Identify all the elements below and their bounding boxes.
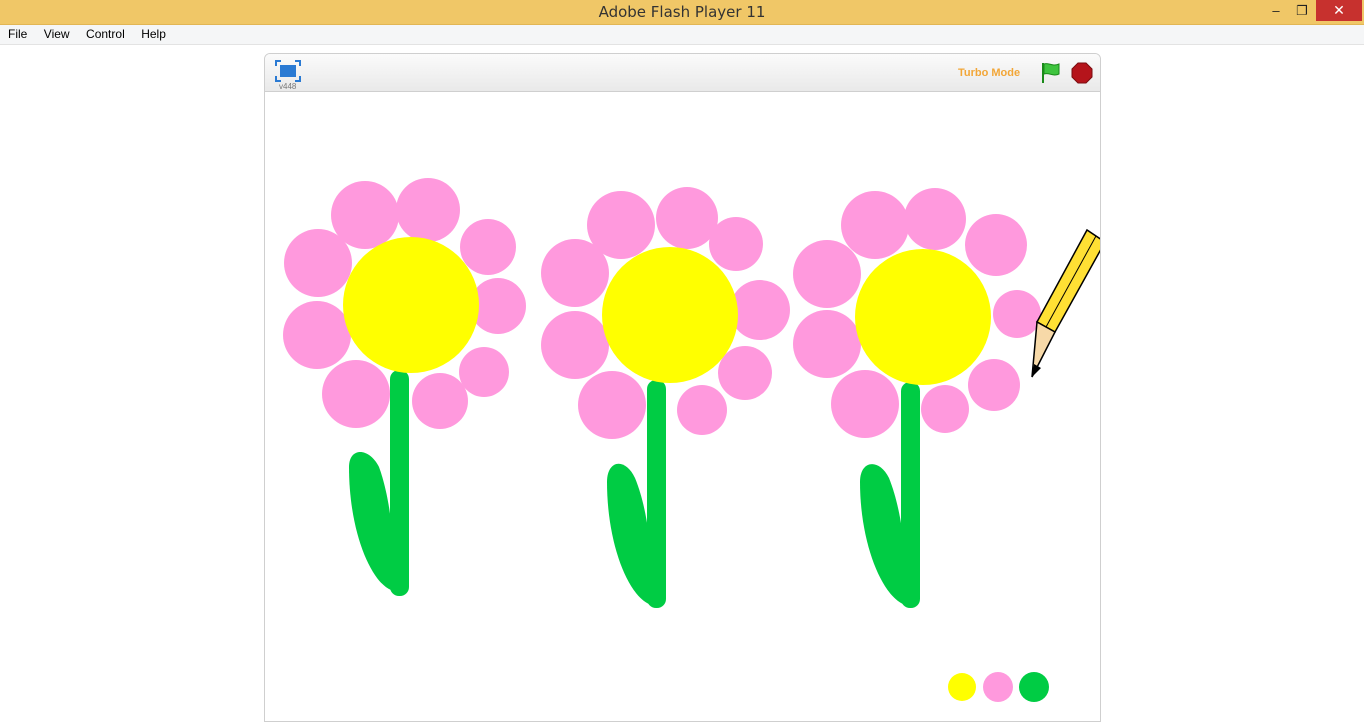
- flower: [541, 187, 790, 608]
- petal: [841, 191, 909, 259]
- pencil-icon[interactable]: [1031, 228, 1100, 378]
- petal: [322, 360, 390, 428]
- petal: [965, 214, 1027, 276]
- petal: [460, 219, 516, 275]
- menu-view[interactable]: View: [40, 25, 74, 41]
- green-flag-icon[interactable]: [1039, 61, 1063, 85]
- petal: [904, 188, 966, 250]
- menu-file[interactable]: File: [4, 25, 31, 41]
- petal: [459, 347, 509, 397]
- swatch-yellow[interactable]: [948, 673, 976, 701]
- maximize-button[interactable]: ❐: [1288, 0, 1316, 21]
- flower: [283, 178, 526, 596]
- menu-help[interactable]: Help: [137, 25, 170, 41]
- petal: [283, 301, 351, 369]
- drawing-canvas: [283, 178, 1100, 702]
- swatch-pink[interactable]: [983, 672, 1013, 702]
- petal: [709, 217, 763, 271]
- fullscreen-icon[interactable]: [275, 60, 301, 82]
- petal: [677, 385, 727, 435]
- leaf: [349, 452, 395, 590]
- petal: [831, 370, 899, 438]
- flower-center: [855, 249, 991, 385]
- version-label: v448: [279, 82, 297, 91]
- window-title-bar: Adobe Flash Player 11 – ❐ ✕: [0, 0, 1364, 25]
- menu-control[interactable]: Control: [82, 25, 129, 41]
- flower-center: [602, 247, 738, 383]
- menu-bar: File View Control Help: [0, 25, 1364, 45]
- petal: [541, 239, 609, 307]
- petal: [284, 229, 352, 297]
- minimize-button[interactable]: –: [1262, 0, 1290, 21]
- petal: [793, 240, 861, 308]
- swatch-green[interactable]: [1019, 672, 1049, 702]
- petal: [541, 311, 609, 379]
- leaf: [607, 463, 653, 604]
- petal: [718, 346, 772, 400]
- scratch-player: v448 Turbo Mode: [264, 53, 1101, 722]
- flower: [793, 188, 1041, 608]
- petal: [993, 290, 1041, 338]
- player-toolbar: v448 Turbo Mode: [265, 54, 1100, 92]
- petal: [656, 187, 718, 249]
- petal: [793, 310, 861, 378]
- stage-canvas[interactable]: [265, 92, 1100, 721]
- petal: [396, 178, 460, 242]
- petal: [412, 373, 468, 429]
- leaf: [860, 464, 907, 604]
- flower-center: [343, 237, 479, 373]
- color-palette: [948, 672, 1049, 702]
- petal: [921, 385, 969, 433]
- window-title: Adobe Flash Player 11: [598, 3, 766, 21]
- petal: [578, 371, 646, 439]
- turbo-mode-label: Turbo Mode: [958, 67, 1021, 79]
- petal: [968, 359, 1020, 411]
- petal: [730, 280, 790, 340]
- close-button[interactable]: ✕: [1316, 0, 1362, 21]
- stop-sign-icon[interactable]: [1071, 62, 1093, 84]
